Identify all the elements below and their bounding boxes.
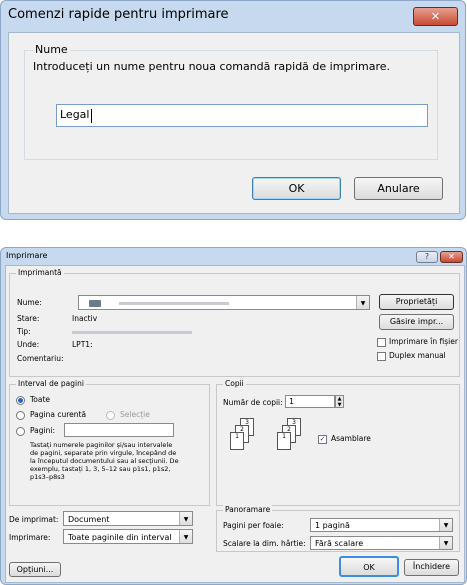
printer-icon bbox=[89, 300, 101, 307]
find-printer-button[interactable]: Găsire impr... bbox=[379, 314, 454, 330]
chevron-down-icon: ▼ bbox=[439, 537, 452, 549]
print-ok-button[interactable]: OK bbox=[339, 556, 399, 577]
page-range-label: Interval de pagini bbox=[16, 379, 86, 388]
print-what-label: De imprimat: bbox=[9, 515, 59, 524]
print-what-select[interactable]: Document ▼ bbox=[63, 511, 193, 526]
selection-radio bbox=[106, 411, 115, 420]
copy-count-spinner[interactable]: ▲ ▼ bbox=[335, 395, 344, 408]
chevron-down-icon: ▼ bbox=[179, 512, 192, 525]
copies-group: Copii Număr de copii: 1 ▲ ▼ 3 2 1 3 2 1 ✓… bbox=[216, 379, 460, 506]
collate-checkbox[interactable]: ✓ bbox=[318, 435, 327, 444]
chevron-down-icon: ▼ bbox=[356, 296, 369, 309]
pages-hint: Tastați numerele paginilor și/sau interv… bbox=[30, 441, 179, 481]
print-label: Imprimare: bbox=[9, 533, 51, 542]
name-prompt: Introduceți un nume pentru noua comandă … bbox=[33, 60, 391, 73]
print-select[interactable]: Toate paginile din interval ▼ bbox=[63, 529, 193, 544]
scale-select[interactable]: Fără scalare ▼ bbox=[310, 536, 453, 550]
pages-per-sheet-select[interactable]: 1 pagină ▼ bbox=[310, 518, 453, 532]
close-button[interactable]: Închidere bbox=[404, 559, 459, 576]
collate-label: Asamblare bbox=[331, 434, 371, 443]
print-dialog: Imprimare ? ✕ Imprimantă Nume: ▼ Stare: … bbox=[0, 247, 467, 585]
scale-label: Scalare la dim. hârtie: bbox=[223, 539, 306, 548]
name-group-label: Nume bbox=[33, 43, 70, 56]
name-input[interactable]: Legal bbox=[56, 104, 428, 127]
text-cursor bbox=[91, 109, 92, 123]
cancel-button[interactable]: Anulare bbox=[354, 177, 443, 200]
chevron-down-icon: ▼ bbox=[439, 519, 452, 531]
shortcut-dialog-body: Nume Introduceți un nume pentru noua com… bbox=[8, 32, 460, 214]
printer-group-label: Imprimantă bbox=[16, 268, 64, 277]
current-page-label: Pagina curentă bbox=[30, 410, 87, 419]
chevron-down-icon: ▼ bbox=[179, 530, 192, 543]
all-pages-radio[interactable] bbox=[16, 396, 25, 405]
printer-name-redacted bbox=[119, 302, 229, 305]
name-input-value: Legal bbox=[60, 108, 90, 121]
type-label: Tip: bbox=[17, 327, 31, 336]
close-icon[interactable]: ✕ bbox=[413, 7, 458, 26]
printer-group: Imprimantă Nume: ▼ Stare: Inactiv Tip: U… bbox=[9, 268, 460, 377]
printer-name-select[interactable]: ▼ bbox=[78, 295, 370, 310]
pages-per-sheet-label: Pagini per foaie: bbox=[223, 521, 284, 530]
duplex-label: Duplex manual bbox=[389, 351, 446, 360]
collate-page: 1 bbox=[277, 432, 291, 450]
copy-count-value: 1 bbox=[289, 397, 295, 406]
copy-count-label: Număr de copii: bbox=[223, 398, 283, 407]
copies-label: Copii bbox=[223, 379, 246, 388]
print-dialog-body: Imprimantă Nume: ▼ Stare: Inactiv Tip: U… bbox=[5, 265, 465, 583]
status-label: Stare: bbox=[17, 314, 40, 323]
printer-name-label: Nume: bbox=[17, 298, 42, 307]
scale-value: Fără scalare bbox=[315, 539, 364, 548]
where-label: Unde: bbox=[17, 340, 40, 349]
help-icon[interactable]: ? bbox=[416, 251, 438, 263]
ok-button[interactable]: OK bbox=[252, 177, 341, 200]
current-page-radio[interactable] bbox=[16, 411, 25, 420]
zoom-label: Panoramare bbox=[223, 505, 273, 514]
page-range-group: Interval de pagini Toate Pagina curentă … bbox=[9, 379, 210, 506]
pages-label: Pagini: bbox=[30, 426, 55, 435]
print-to-file-checkbox[interactable] bbox=[377, 338, 386, 347]
print-dialog-title: Imprimare bbox=[6, 251, 48, 260]
print-what-value: Document bbox=[68, 515, 110, 524]
shortcut-dialog-title: Comenzi rapide pentru imprimare bbox=[8, 7, 229, 22]
print-to-file-label: Imprimare în fișier bbox=[389, 337, 458, 346]
pages-radio[interactable] bbox=[16, 427, 25, 436]
copy-count-input[interactable]: 1 bbox=[285, 395, 335, 408]
where-value: LPT1: bbox=[72, 340, 93, 349]
zoom-group: Panoramare Pagini per foaie: 1 pagină ▼ … bbox=[216, 505, 460, 552]
status-value: Inactiv bbox=[72, 314, 98, 323]
duplex-checkbox[interactable] bbox=[377, 352, 386, 361]
shortcut-dialog: Comenzi rapide pentru imprimare ✕ Nume I… bbox=[0, 0, 466, 220]
properties-button[interactable]: Proprietăți bbox=[379, 294, 454, 310]
collate-page: 1 bbox=[230, 432, 244, 450]
pages-input[interactable] bbox=[64, 423, 174, 437]
print-value: Toate paginile din interval bbox=[68, 533, 172, 542]
options-button[interactable]: Opțiuni... bbox=[9, 562, 61, 577]
close-icon[interactable]: ✕ bbox=[440, 251, 463, 263]
comment-label: Comentariu: bbox=[17, 354, 64, 363]
type-value-redacted bbox=[72, 331, 192, 334]
selection-label: Selecție bbox=[120, 410, 150, 419]
all-pages-label: Toate bbox=[30, 395, 51, 404]
pages-per-sheet-value: 1 pagină bbox=[315, 521, 350, 530]
